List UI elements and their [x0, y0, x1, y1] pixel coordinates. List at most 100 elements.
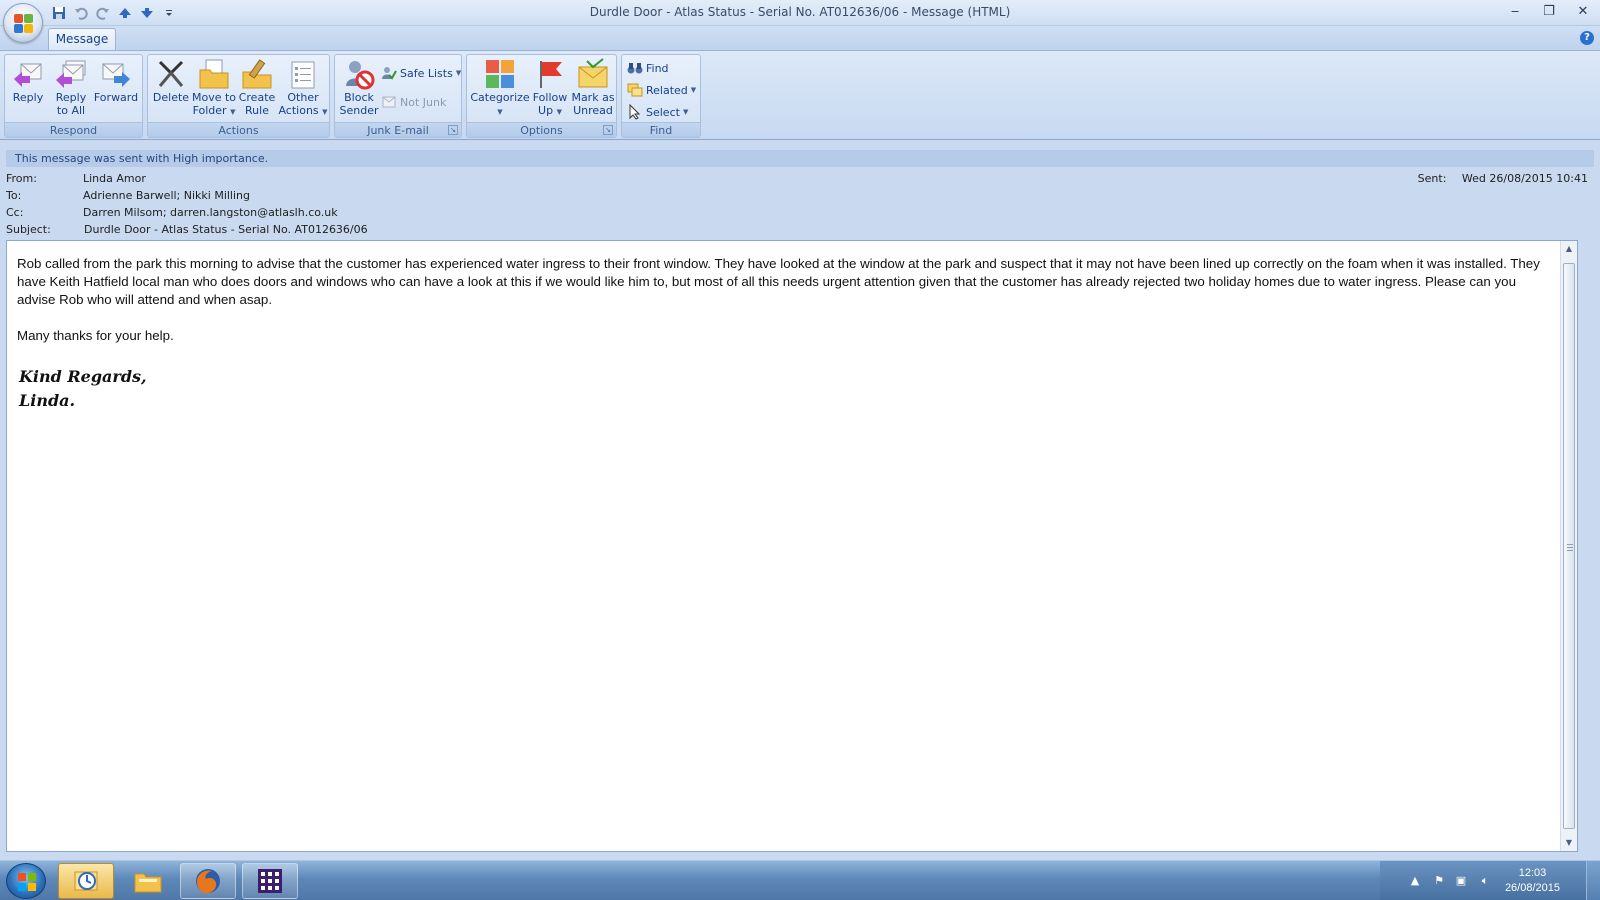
other-actions-button[interactable]: Other Actions ▼: [278, 58, 328, 120]
body-paragraph: Many thanks for your help.: [17, 328, 174, 343]
sent-row: Sent: Wed 26/08/2015 10:41: [1418, 170, 1588, 187]
not-junk-icon: [381, 94, 397, 110]
block-sender-button[interactable]: Block Sender: [339, 58, 379, 120]
move-to-folder-label: Move to Folder ▼: [191, 91, 237, 117]
close-button[interactable]: ✕: [1566, 0, 1600, 22]
other-actions-icon: [287, 58, 319, 90]
respond-group: Reply Reply to All Forward Respond: [4, 54, 143, 138]
folder-icon: [134, 873, 162, 893]
vertical-scrollbar[interactable]: ▲ ▼: [1560, 241, 1577, 851]
follow-up-label: Follow Up ▼: [532, 91, 568, 117]
forward-button[interactable]: Forward: [93, 58, 139, 120]
to-row: To: Adrienne Barwell; Nikki Milling: [6, 187, 1594, 204]
move-to-folder-icon: [198, 58, 230, 90]
scroll-grip-icon: [1567, 544, 1573, 551]
minimize-button[interactable]: ‒: [1498, 0, 1532, 22]
safe-lists-button[interactable]: Safe Lists ▼: [381, 63, 461, 83]
reply-all-button[interactable]: Reply to All: [53, 58, 89, 120]
ribbon: Reply Reply to All Forward Respond Delete: [0, 50, 1600, 140]
grid-app-icon: [258, 869, 282, 893]
reply-button[interactable]: Reply: [11, 58, 45, 120]
follow-up-button[interactable]: Follow Up ▼: [531, 58, 569, 120]
create-rule-icon: [241, 58, 273, 90]
options-group: Categorize ▼ Follow Up ▼ Mark as Unread Opt…: [466, 54, 617, 138]
block-sender-icon: [343, 58, 375, 90]
scroll-down-arrow-icon[interactable]: ▼: [1561, 835, 1577, 851]
restore-button[interactable]: ❐: [1532, 0, 1566, 22]
action-center-flag-icon[interactable]: ⚑: [1432, 874, 1446, 888]
find-button[interactable]: Find: [627, 58, 669, 78]
taskbar-windows-explorer[interactable]: [120, 863, 176, 899]
find-group-label: Find: [622, 122, 700, 137]
show-hidden-icons-icon[interactable]: ▲: [1408, 874, 1422, 888]
to-value[interactable]: Adrienne Barwell; Nikki Milling: [83, 187, 250, 204]
mark-as-unread-icon: [577, 58, 609, 90]
mark-as-unread-label: Mark as Unread: [571, 91, 615, 117]
signature: Kind Regards, Linda.: [19, 365, 147, 413]
to-label: To:: [6, 189, 22, 202]
reply-all-icon: [55, 58, 87, 90]
cc-label: Cc:: [6, 206, 24, 219]
actions-group: Delete Move to Folder ▼ Create Rule Other A…: [147, 54, 330, 138]
select-button[interactable]: Select ▼: [627, 102, 688, 122]
network-icon[interactable]: ▣: [1454, 874, 1468, 888]
from-value[interactable]: Linda Amor: [83, 170, 146, 187]
importance-infobar: This message was sent with High importan…: [6, 150, 1594, 167]
junk-email-group: Block Sender Safe Lists ▼ Not Junk Junk E…: [334, 54, 462, 138]
cursor-icon: [627, 103, 643, 120]
respond-group-label: Respond: [5, 122, 142, 137]
taskbar: ▲ ⚑ ▣ 🔈︎ 12:03 26/08/2015: [0, 860, 1600, 900]
delete-button[interactable]: Delete: [152, 58, 190, 120]
volume-icon[interactable]: 🔈︎: [1478, 874, 1492, 888]
safe-lists-icon: [381, 65, 397, 81]
windows-logo-icon: [18, 873, 36, 891]
taskbar-firefox[interactable]: [180, 863, 236, 899]
create-rule-button[interactable]: Create Rule: [238, 58, 276, 120]
categorize-button[interactable]: Categorize ▼: [469, 58, 531, 120]
options-group-label: Options: [467, 122, 616, 137]
related-button[interactable]: Related ▼: [627, 80, 696, 100]
tab-message[interactable]: Message: [48, 28, 116, 50]
sent-value: Wed 26/08/2015 10:41: [1461, 172, 1588, 185]
message-body[interactable]: Rob called from the park this morning to…: [6, 240, 1578, 852]
binoculars-icon: [627, 60, 643, 76]
block-sender-label: Block Sender: [339, 91, 379, 117]
subject-value: Durdle Door - Atlas Status - Serial No. …: [84, 223, 368, 236]
reply-all-label: Reply to All: [55, 91, 87, 117]
find-group: Find Related ▼ Select ▼ Find: [621, 54, 701, 138]
office-logo-icon: [14, 14, 34, 34]
message-options-launcher-icon[interactable]: ↘: [603, 125, 613, 135]
outlook-icon: [74, 871, 98, 891]
system-tray: ▲ ⚑ ▣ 🔈︎ 12:03 26/08/2015: [1380, 861, 1600, 900]
title-bar: Durdle Door - Atlas Status - Serial No. …: [0, 0, 1600, 43]
clock-date: 26/08/2015: [1504, 882, 1560, 894]
taskbar-outlook[interactable]: [58, 863, 114, 899]
start-button[interactable]: [6, 863, 46, 899]
delete-icon: [155, 58, 187, 90]
not-junk-button[interactable]: Not Junk: [381, 92, 446, 112]
cc-value[interactable]: Darren Milsom; darren.langston@atlaslh.c…: [83, 204, 338, 221]
help-icon[interactable]: ?: [1580, 31, 1594, 45]
other-actions-label: Other Actions ▼: [278, 91, 328, 117]
body-paragraph: Rob called from the park this morning to…: [17, 256, 1540, 307]
forward-icon: [100, 58, 132, 90]
clock[interactable]: 12:03 26/08/2015: [1505, 866, 1560, 896]
taskbar-app[interactable]: [242, 863, 298, 899]
categorize-icon: [484, 58, 516, 90]
signature-line: Linda.: [19, 391, 76, 410]
junk-email-options-launcher-icon[interactable]: ↘: [448, 125, 458, 135]
window-title: Durdle Door - Atlas Status - Serial No. …: [589, 5, 1011, 19]
subject-label: Subject:: [6, 223, 51, 236]
move-to-folder-button[interactable]: Move to Folder ▼: [192, 58, 236, 120]
follow-up-flag-icon: [534, 58, 566, 90]
reply-icon: [12, 58, 44, 90]
create-rule-label: Create Rule: [238, 91, 276, 117]
scrollbar-thumb[interactable]: [1563, 263, 1575, 829]
ribbon-tab-row: Message ?: [0, 26, 1600, 50]
show-desktop-button[interactable]: [1586, 861, 1600, 900]
office-button[interactable]: [3, 3, 43, 43]
scroll-up-arrow-icon[interactable]: ▲: [1561, 241, 1577, 257]
from-label: From:: [6, 172, 37, 185]
mark-as-unread-button[interactable]: Mark as Unread: [571, 58, 615, 120]
from-row: From: Linda Amor Sent: Wed 26/08/2015 10…: [6, 170, 1594, 187]
